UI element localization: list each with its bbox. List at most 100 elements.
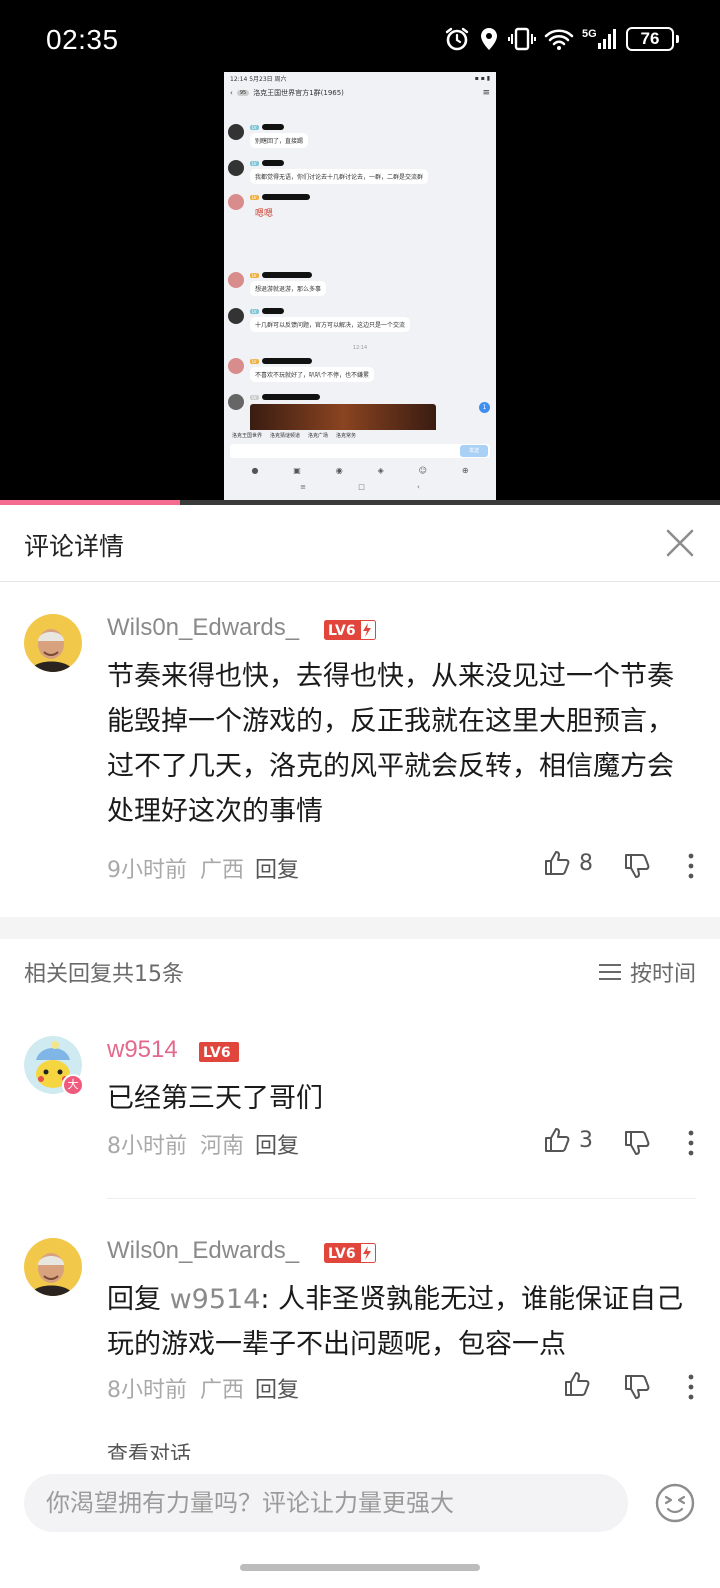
embedded-chat-screenshot: 12:14 5月23日 周六 ▪ ▪ ▮ ‹ 95 洛克王国世界官方1群(196… xyxy=(224,72,496,505)
embedded-status-icons: ▪ ▪ ▮ xyxy=(474,74,490,82)
embedded-group-badge: 95 xyxy=(236,90,250,96)
embedded-chip: 洛克王国世界 xyxy=(232,432,263,439)
like-button[interactable]: 3 xyxy=(543,1126,593,1154)
home-indicator[interactable] xyxy=(240,1564,480,1571)
avatar[interactable] xyxy=(24,1238,82,1296)
battery-level: 76 xyxy=(640,29,660,48)
reply-username[interactable]: Wils0n_Edwards_ xyxy=(107,1237,299,1265)
embedded-message-text: 我都觉得无语，你们讨论去十几群讨论去，一群，二群是交流群 xyxy=(250,169,429,184)
alarm-icon xyxy=(445,27,469,51)
embedded-avatar xyxy=(228,272,244,288)
level-6-icon: LV6 xyxy=(199,1042,239,1062)
embedded-group-title: 洛克王国世界官方1群(1965) xyxy=(253,89,344,97)
reply-text: 已经第三天了哥们 xyxy=(107,1083,323,1114)
embedded-message: LV 嗯嗯 xyxy=(228,194,488,264)
avatar[interactable]: 大 xyxy=(24,1036,84,1096)
embedded-avatar xyxy=(228,160,244,176)
reply-button[interactable]: 回复 xyxy=(255,1128,299,1160)
section-divider xyxy=(0,917,720,939)
comment-username[interactable]: Wils0n_Edwards_ xyxy=(107,614,299,642)
embedded-nav-back-icon: ‹ xyxy=(417,483,420,491)
thumbs-down-icon[interactable] xyxy=(623,1129,651,1157)
embedded-message-text: 不喜欢不玩就好了，叭叭个不停，也不嫌累 xyxy=(250,367,375,382)
status-icons: 5G 76 xyxy=(444,26,679,52)
status-time: 02:35 xyxy=(46,24,119,55)
close-icon[interactable] xyxy=(662,525,698,561)
reply-button[interactable]: 回复 xyxy=(255,852,299,884)
reply-meta: 8小时前 河南 xyxy=(107,1128,244,1160)
emoji-icon[interactable] xyxy=(654,1482,696,1524)
sort-lines-icon xyxy=(598,964,621,980)
comment-text: 节奏来得也快，去得也快，从来没见过一个节奏能毁掉一个游戏的，反正我就在这里大胆预… xyxy=(107,661,674,827)
embedded-timestamp: 12:14 xyxy=(352,345,368,351)
reply-time: 8小时前 xyxy=(107,1378,187,1403)
reply-location: 河南 xyxy=(200,1134,245,1159)
comment-location: 广西 xyxy=(200,858,245,883)
more-icon[interactable] xyxy=(685,1374,697,1400)
embedded-menu-icon: ≡ xyxy=(482,88,490,98)
embedded-nav-home-icon: □ xyxy=(358,483,365,491)
embedded-chips: 洛克王国世界 洛克猜谜频道 洛克广场 洛克常务 xyxy=(224,430,496,440)
vibrate-icon xyxy=(508,27,536,51)
embedded-back-icon: ‹ xyxy=(230,89,233,97)
avatar[interactable] xyxy=(24,614,82,672)
replies-count: 相关回复共15条 xyxy=(24,962,184,987)
comment-input-bar: 你渴望拥有力量吗？评论让力量更强大 xyxy=(0,1460,720,1588)
panel-title: 评论详情 xyxy=(24,532,125,561)
signal-5g-icon: 5G xyxy=(582,28,616,49)
like-count: 3 xyxy=(579,1127,593,1153)
more-icon[interactable] xyxy=(685,1130,697,1156)
reply-text: 回复 w9514: 人非圣贤孰能无过，谁能保证自己玩的游戏一辈子不出问题呢，包容… xyxy=(107,1277,697,1367)
battery-icon: 76 xyxy=(626,27,679,51)
reply-username[interactable]: w9514 xyxy=(107,1036,178,1064)
embedded-redpacket-icon: ◈ xyxy=(377,466,384,475)
embedded-avatar xyxy=(228,394,244,410)
comment-input[interactable]: 你渴望拥有力量吗？评论让力量更强大 xyxy=(24,1474,628,1532)
embedded-avatar xyxy=(228,358,244,374)
embedded-send-button: 发送 xyxy=(460,445,488,457)
embedded-nav-menu-icon: ≡ xyxy=(300,483,306,491)
reply-divider xyxy=(107,1198,696,1199)
reply-target-link[interactable]: w9514 xyxy=(170,1284,261,1315)
thumbs-up-icon xyxy=(545,851,570,875)
thumbs-down-icon[interactable] xyxy=(623,1373,651,1401)
reply-location: 广西 xyxy=(200,1378,245,1403)
embedded-unread-badge: 1 xyxy=(479,402,490,413)
more-icon[interactable] xyxy=(685,853,697,879)
like-button[interactable]: 8 xyxy=(543,849,593,877)
embedded-nav-bar: ≡ □ ‹ xyxy=(224,475,496,491)
wifi-icon xyxy=(544,29,574,50)
embedded-message: LV 不喜欢不玩就好了，叭叭个不停，也不嫌累 xyxy=(228,358,488,388)
embedded-message: LV 想退游就退游，那么多事 xyxy=(228,272,488,302)
embedded-status-time: 12:14 5月23日 周六 xyxy=(230,75,287,83)
status-bar: 02:35 5G 76 xyxy=(0,0,720,80)
sort-button[interactable]: 按时间 xyxy=(598,956,696,988)
embedded-message-text: 别瞎回了，直接踢 xyxy=(250,133,309,148)
level-6-icon: LV6 xyxy=(324,620,376,640)
embedded-title-bar: ‹ 95 洛克王国世界官方1群(1965) ≡ xyxy=(224,84,496,102)
thumbs-up-icon[interactable] xyxy=(563,1370,591,1398)
reply-prefix: 回复 xyxy=(107,1284,161,1315)
embedded-emoji-icon: ☺ xyxy=(418,466,427,475)
level-6-icon: LV6 xyxy=(324,1243,376,1263)
embedded-message: LV 1 xyxy=(228,394,490,434)
comment-meta: 9小时前 广西 xyxy=(107,852,244,884)
embedded-chip: 洛克猜谜频道 xyxy=(270,432,301,439)
comment-time: 9小时前 xyxy=(107,858,187,883)
embedded-message-text: 十几群可以反馈问题，官方可以解决，这边只是一个交流 xyxy=(250,317,411,332)
embedded-message: LV 十几群可以反馈问题，官方可以解决，这边只是一个交流 xyxy=(228,308,488,338)
embedded-message-list: LV 别瞎回了，直接踢 LV 我都觉得无语，你们讨论去十几群讨论去，一群，二群是… xyxy=(224,102,496,442)
reply-meta: 8小时前 广西 xyxy=(107,1372,244,1404)
embedded-image-icon: ▣ xyxy=(293,466,301,475)
embedded-camera-icon: ◉ xyxy=(335,466,343,475)
svg-text:5G: 5G xyxy=(582,28,597,40)
embedded-text-input: 发送 xyxy=(230,444,490,458)
sort-label: 按时间 xyxy=(629,962,696,987)
embedded-plus-icon: ⊕ xyxy=(461,466,469,475)
thumbs-down-icon[interactable] xyxy=(623,852,651,880)
reply-button[interactable]: 回复 xyxy=(255,1372,299,1404)
embedded-avatar xyxy=(228,124,244,140)
embedded-chip: 洛克常务 xyxy=(336,432,357,439)
svg-text:LV6: LV6 xyxy=(328,1246,356,1262)
svg-text:LV6: LV6 xyxy=(203,1045,231,1061)
